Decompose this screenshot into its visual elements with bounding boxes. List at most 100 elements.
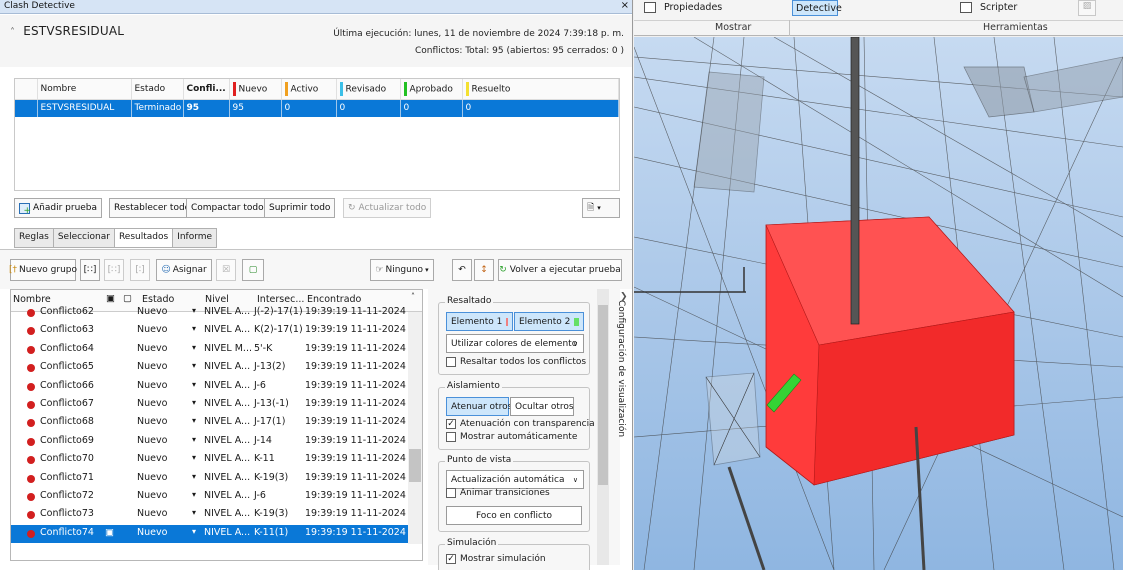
row-blank [15,99,38,117]
animate-checkbox[interactable]: Animar transiciones [446,488,550,498]
filter-none-dropdown[interactable]: ☞ Ninguno ▾ [370,259,434,281]
header-conflicts[interactable]: Confli... [183,79,230,100]
transparency-checkbox[interactable]: ✓ Atenuación con transparencia [446,419,595,429]
delete-all-button[interactable]: Suprimir todo [264,198,336,218]
conflict-row[interactable]: Conflicto63 Nuevo ▾ NIVEL A... K(2)-17(1) 19:… [11,322,422,340]
conflict-row[interactable]: Conflicto66 Nuevo ▾ NIVEL A... J-6 19:39:19 1… [11,378,422,396]
add-comment-button[interactable]: ▢ [242,259,264,281]
duct-elbow [963,66,1035,118]
display-settings-side-tab[interactable]: Configuración de visualización [612,300,626,530]
status-dropdown-icon[interactable]: ▾ [192,527,196,536]
status-dropdown-icon[interactable]: ▾ [192,343,196,352]
disabled-tool-icon[interactable]: ▨ [1078,0,1096,16]
conflict-row[interactable]: Conflicto68 Nuevo ▾ NIVEL A... J-17(1) 19:39:… [11,414,422,432]
new-group-button[interactable]: [† Nuevo grupo [9,259,77,281]
test-name-heading[interactable]: ˄ ESTVSRESIDUAL [10,24,124,38]
explode-group-icon-button[interactable]: [∶] [130,259,150,281]
test-row[interactable]: ESTVSRESIDUAL Terminado 95 95 0 0 0 0 [15,99,619,117]
ungroup-icon: [∷] [107,265,121,275]
conflict-row[interactable]: Conflicto65 Nuevo ▾ NIVEL A... J-13(2) 19:39:… [11,359,422,377]
camera-column-icon[interactable]: ▣ [106,293,115,304]
conflict-row[interactable]: Conflicto72 Nuevo ▾ NIVEL A... J-6 19:39:19 1… [11,488,422,506]
scroll-up-icon[interactable]: ˄ [411,292,415,301]
collapse-chevron-icon[interactable]: ˄ [10,27,15,38]
update-all-button[interactable]: ↻ Actualizar todo [343,198,432,218]
reset-all-button[interactable]: Restablecer todo [109,198,196,218]
sort-button[interactable]: ↕ [474,259,494,281]
status-dropdown-icon[interactable]: ▾ [192,416,196,425]
viewpoint-mode-dropdown[interactable]: Actualización automática ∨ [446,470,584,489]
status-dropdown-icon[interactable]: ▾ [192,435,196,444]
status-dropdown-icon[interactable]: ▾ [192,398,196,407]
item2-toggle[interactable]: Elemento 2 [514,312,584,331]
conflict-row[interactable]: Conflicto69 Nuevo ▾ NIVEL A... J-14 19:39:19 … [11,433,422,451]
conflict-level: NIVEL A... [204,361,251,373]
status-dropdown-icon[interactable]: ▾ [192,324,196,333]
header-active[interactable]: Activo [281,79,337,100]
highlight-mode-dropdown[interactable]: Utilizar colores de elemento ∨ [446,334,584,353]
status-dropdown-icon[interactable]: ▾ [192,361,196,370]
3d-viewport[interactable] [634,37,1123,570]
close-icon[interactable]: × [621,0,629,11]
tab-select[interactable]: Seleccionar [52,228,114,248]
show-simulation-checkbox[interactable]: ✓ Mostrar simulación [446,554,546,564]
status-dropdown-icon[interactable]: ▾ [192,453,196,462]
status-dot-icon [27,419,35,428]
status-dropdown-icon[interactable]: ▾ [192,472,196,481]
auto-show-checkbox[interactable]: Mostrar automáticamente [446,432,577,442]
dim-others-toggle[interactable]: Atenuar otros [446,397,512,416]
header-status[interactable]: Estado [131,79,184,100]
header-reviewed[interactable]: Revisado [336,79,401,100]
conflict-list-scroll-thumb[interactable] [409,449,421,482]
ungroup-icon-button[interactable]: [∷] [104,259,124,281]
scripter-button[interactable]: Scripter [980,2,1017,13]
highlight-all-checkbox[interactable]: Resaltar todos los conflictos [446,357,586,367]
expand-panel-icon[interactable]: ❯ [620,292,628,302]
status-dot-icon [27,492,35,501]
conflict-list-scrollbar[interactable] [408,312,422,544]
conflict-row[interactable]: Conflicto73 Nuevo ▾ NIVEL A... K-19(3) 19:39:… [11,506,422,524]
conflict-row[interactable]: Conflicto70 Nuevo ▾ NIVEL A... K-11 19:39:19 … [11,451,422,469]
tab-rules[interactable]: Reglas [14,228,53,248]
status-dot-icon [27,400,35,409]
comment-column-icon[interactable]: ▢ [123,293,132,304]
tab-results[interactable]: Resultados [113,228,173,248]
settings-scroll-thumb[interactable] [598,305,608,485]
properties-button[interactable]: Propiedades [664,2,722,13]
detective-button[interactable]: Detective [792,0,842,16]
active-color-mark [284,81,288,96]
conflict-row[interactable]: Conflicto67 Nuevo ▾ NIVEL A... J-13(-1) 19:39… [11,396,422,414]
conflicts-summary: Conflictos: Total: 95 (abiertos: 95 cerr… [414,46,624,56]
focus-conflict-button[interactable]: Foco en conflicto [446,506,582,525]
status-dropdown-icon[interactable]: ▾ [192,508,196,517]
header-active-label: Activo [290,84,319,95]
export-dropdown-button[interactable]: 🗎 ▾ [582,198,620,218]
status-dropdown-icon[interactable]: ▾ [192,490,196,499]
header-resolved[interactable]: Resuelto [462,79,619,100]
rerun-test-button[interactable]: ↻ Volver a ejecutar prueba [498,259,622,281]
status-dropdown-icon[interactable]: ▾ [192,306,196,315]
conflict-level: NIVEL A... [204,434,251,446]
status-dot-icon [27,437,35,446]
group-icon-button[interactable]: [∷] [80,259,100,281]
header-approved[interactable]: Aprobado [400,79,463,100]
hide-others-toggle[interactable]: Ocultar otros [510,397,574,416]
reset-view-button[interactable]: ↶ [452,259,472,281]
isolation-legend: Aislamiento [445,381,502,391]
conflict-row[interactable]: Conflicto64 Nuevo ▾ NIVEL M... 5'-K 19:39:19 … [11,341,422,359]
ribbon: Propiedades Detective Scripter ▨ Mostrar… [634,0,1123,36]
conflict-row[interactable]: Conflicto71 Nuevo ▾ NIVEL A... K-19(3) 19:39:… [11,470,422,488]
tab-report[interactable]: Informe [172,228,218,248]
compact-all-button[interactable]: Compactar todo [186,198,269,218]
conflict-found-time: 19:39:19 11-11-2024 [305,508,406,520]
assign-button[interactable]: ☺ Asignar [156,259,212,281]
conflict-row[interactable]: Conflicto74 Nuevo ▾ NIVEL A... K-11(1) 19:39:… [11,524,422,544]
item1-color-swatch [506,317,508,326]
item1-toggle[interactable]: Elemento 1 [446,312,513,331]
add-test-button[interactable]: + Añadir prueba [14,198,103,218]
unassign-icon-button[interactable]: ☒ [216,259,236,281]
header-new[interactable]: Nuevo [229,79,282,100]
header-name[interactable]: Nombre [37,79,132,100]
status-dropdown-icon[interactable]: ▾ [192,380,196,389]
conflict-row[interactable]: Conflicto62 Nuevo ▾ NIVEL A... J(-2)-17(1) 19… [11,304,422,322]
